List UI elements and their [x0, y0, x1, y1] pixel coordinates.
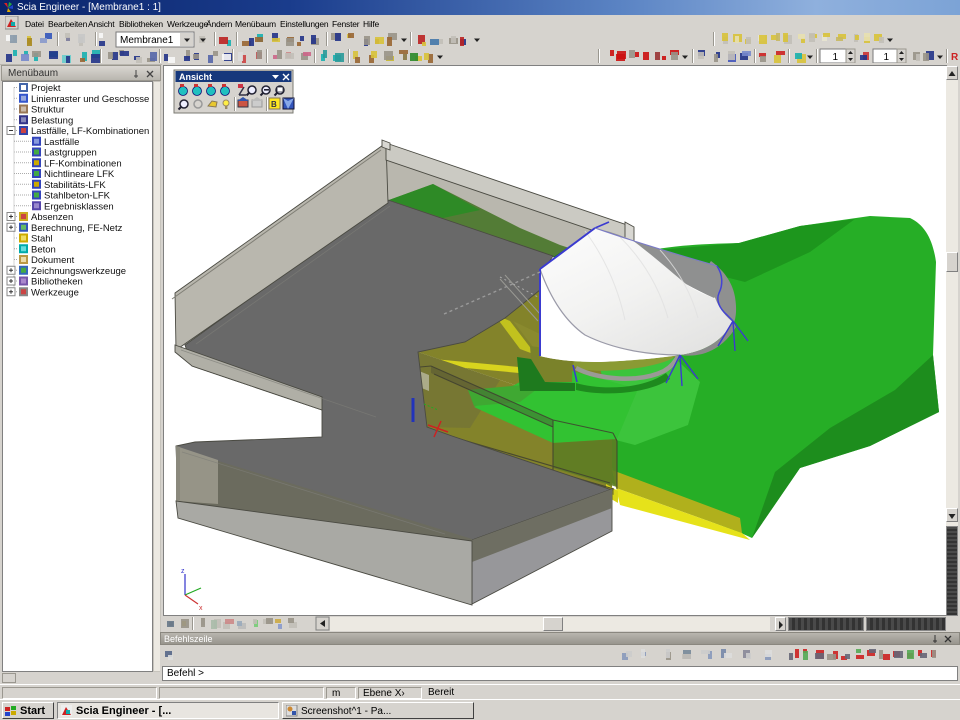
svg-text:Nichtlineare LFK: Nichtlineare LFK — [44, 169, 115, 180]
svg-text:Struktur: Struktur — [31, 105, 64, 116]
svg-text:Werkzeuge: Werkzeuge — [31, 287, 79, 298]
svg-text:Beton: Beton — [31, 244, 56, 255]
svg-text:1: 1 — [832, 52, 838, 63]
svg-text:x: x — [199, 605, 203, 612]
svg-text:LF-Kombinationen: LF-Kombinationen — [44, 158, 122, 169]
svg-text:Lastfälle: Lastfälle — [44, 137, 79, 148]
svg-text:Lastgruppen: Lastgruppen — [44, 148, 97, 159]
svg-text:Stahlbeton-LFK: Stahlbeton-LFK — [44, 191, 111, 202]
svg-text:Stahl: Stahl — [31, 234, 53, 245]
svg-text:z: z — [181, 568, 185, 575]
svg-text:1: 1 — [883, 52, 889, 63]
svg-text:B: B — [271, 100, 277, 109]
svg-text:Ergebnisklassen: Ergebnisklassen — [44, 201, 114, 212]
svg-text:Dokument: Dokument — [31, 255, 75, 266]
svg-text:Bibliotheken: Bibliotheken — [31, 277, 83, 288]
svg-text:Absenzen: Absenzen — [31, 212, 73, 223]
svg-text:Linienraster und Geschosse: Linienraster und Geschosse — [31, 94, 149, 105]
svg-text:R: R — [951, 52, 959, 63]
svg-text:Membrane1: Membrane1 — [120, 35, 174, 46]
svg-text:Stabilitäts-LFK: Stabilitäts-LFK — [44, 180, 106, 191]
svg-text:Berechnung, FE-Netz: Berechnung, FE-Netz — [31, 223, 123, 234]
svg-text:Lastfälle, LF-Kombinationen: Lastfälle, LF-Kombinationen — [31, 126, 149, 137]
svg-text:Ansicht: Ansicht — [179, 72, 212, 82]
svg-text:Projekt: Projekt — [31, 83, 61, 94]
svg-text:Belastung: Belastung — [31, 115, 73, 126]
svg-text:Zeichnungswerkzeuge: Zeichnungswerkzeuge — [31, 266, 126, 277]
